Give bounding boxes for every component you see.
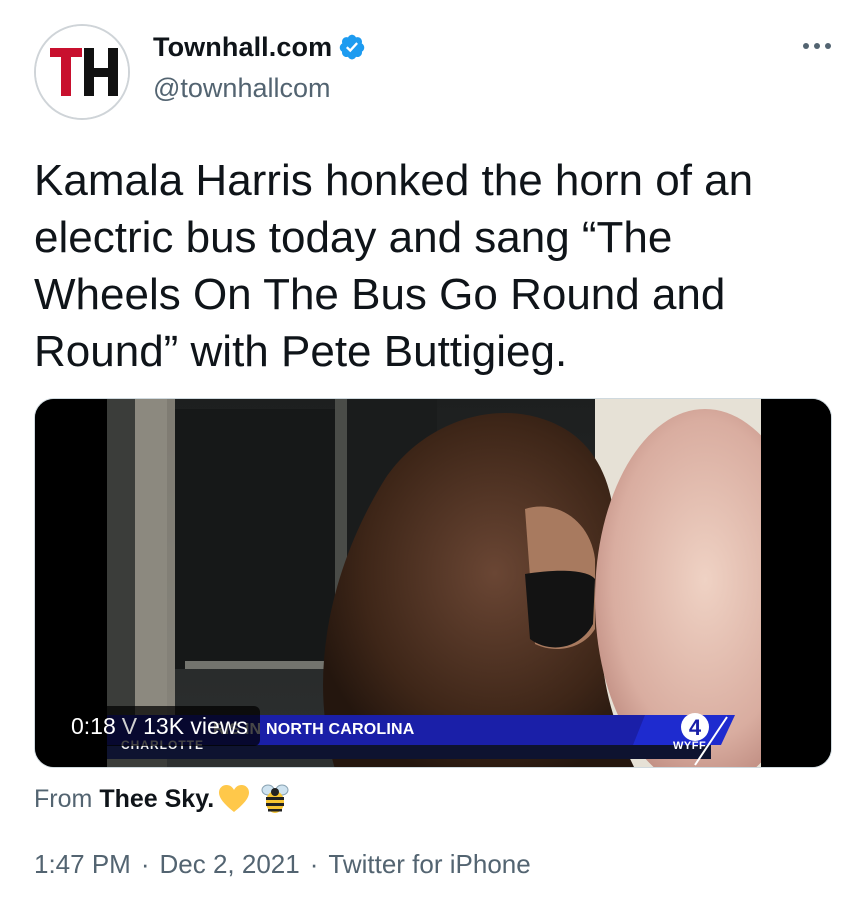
video-stats-badge: 0:18 V 13K views: [59, 706, 260, 746]
handle[interactable]: @townhallcom: [153, 72, 366, 104]
yellow-heart-icon: [218, 784, 250, 814]
separator-dot: ·: [140, 849, 150, 879]
more-options-icon[interactable]: [800, 36, 834, 56]
video-badge-separator: V: [121, 713, 138, 739]
townhall-logo: [36, 26, 128, 118]
tweet-header: Townhall.com @townhallcom: [153, 30, 366, 104]
name-row: Townhall.com: [153, 30, 366, 64]
separator-dot: ·: [309, 849, 319, 879]
tweet-metadata: 1:47 PM · Dec 2, 2021 · Twitter for iPho…: [34, 849, 531, 880]
tweet-client[interactable]: Twitter for iPhone: [328, 849, 530, 880]
video-player[interactable]: RIS IN NORTH CAROLINA CHARLOTTE 4 WYFF 0…: [34, 398, 832, 768]
verified-badge-icon: [338, 33, 366, 61]
tweet-source: From Thee Sky.: [34, 780, 292, 818]
station-call-sign: WYFF: [673, 740, 707, 752]
bee-icon: [258, 782, 292, 816]
source-name[interactable]: Thee Sky.: [99, 785, 214, 814]
station-number: 4: [689, 715, 702, 740]
avatar[interactable]: [34, 24, 130, 120]
video-views: 13K views: [143, 713, 248, 739]
video-duration: 0:18: [71, 713, 116, 739]
display-name[interactable]: Townhall.com: [153, 32, 332, 63]
source-prefix: From: [34, 784, 93, 813]
tweet-date[interactable]: Dec 2, 2021: [160, 849, 300, 880]
tweet-time[interactable]: 1:47 PM: [34, 849, 131, 880]
tweet-text: Kamala Harris honked the horn of an elec…: [34, 156, 754, 376]
